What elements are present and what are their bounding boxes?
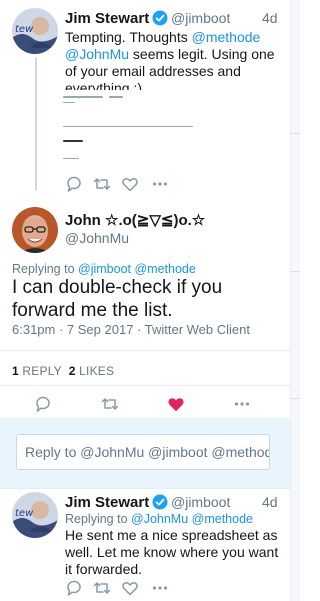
tweet-timestamp-source[interactable]: 6:31pm · 7 Sep 2017 · Twitter Web Client	[12, 322, 250, 337]
replying-to: Replying to @jimboot @methode	[12, 262, 196, 276]
embedded-screenshot-image[interactable]	[57, 90, 235, 169]
tweet-text-part: Tempting. Thoughts	[65, 29, 192, 45]
reply-count-stat[interactable]: 1 REPLY	[12, 364, 62, 378]
verified-badge-icon	[152, 10, 168, 26]
divider	[0, 350, 290, 351]
retweet-icon[interactable]	[101, 395, 119, 413]
avatar-jim[interactable]: tew	[12, 492, 58, 538]
divider	[0, 488, 290, 489]
author-handle[interactable]: @JohnMu	[65, 230, 129, 246]
replying-mentions-link[interactable]: @JohnMu @methode	[131, 512, 253, 526]
verified-badge-icon	[152, 494, 168, 510]
author-name[interactable]: John ☆.o(≧▽≦)o.☆	[65, 211, 205, 229]
author-name[interactable]: Jim Stewart	[65, 10, 149, 27]
svg-text:tew: tew	[15, 508, 34, 519]
rail-divider	[290, 398, 300, 399]
right-rail	[290, 0, 300, 601]
mention-link[interactable]: @JohnMu	[65, 46, 129, 62]
tweet-time[interactable]: 4d	[262, 10, 278, 26]
rail-divider	[290, 271, 300, 272]
avatar-jim[interactable]: tew	[12, 8, 58, 54]
reply-icon[interactable]	[34, 395, 52, 413]
more-icon[interactable]	[233, 395, 251, 413]
mention-link[interactable]: @methode	[192, 29, 261, 45]
tweet-text: Tempting. Thoughts @methode @JohnMu seem…	[65, 29, 280, 97]
reply-icon[interactable]	[65, 579, 83, 597]
tweet-time[interactable]: 4d	[262, 494, 278, 510]
like-icon[interactable]	[121, 175, 139, 193]
like-icon[interactable]	[121, 579, 139, 597]
author-name[interactable]: Jim Stewart	[65, 494, 149, 511]
reply-icon[interactable]	[65, 175, 83, 193]
like-icon-active[interactable]	[167, 395, 185, 413]
author-handle[interactable]: @jimboot	[171, 10, 230, 26]
tweet-text: I can double-check if you forward me the…	[12, 277, 223, 321]
replying-prefix: Replying to	[12, 262, 79, 276]
tweet-text: He sent me a nice spreadsheet as well. L…	[65, 527, 279, 577]
avatar-john[interactable]	[12, 207, 58, 253]
replying-mentions-link[interactable]: @jimboot @methode	[78, 262, 196, 276]
author-handle[interactable]: @jimboot	[171, 494, 230, 510]
like-count-stat[interactable]: 2 LIKES	[69, 364, 114, 378]
replying-prefix: Replying to	[65, 512, 132, 526]
thread-line	[35, 58, 37, 190]
tweet-stats: 1 REPLY 2 LIKES	[12, 364, 114, 378]
rail-divider	[290, 133, 300, 134]
retweet-icon[interactable]	[93, 579, 111, 597]
replying-to: Replying to @JohnMu @methode	[65, 512, 253, 526]
divider	[0, 385, 290, 386]
reply-input[interactable]: Reply to @JohnMu @jimboot @methode	[16, 434, 270, 470]
more-icon[interactable]	[151, 175, 169, 193]
retweet-icon[interactable]	[93, 175, 111, 193]
more-icon[interactable]	[151, 579, 169, 597]
svg-text:tew: tew	[15, 24, 34, 35]
